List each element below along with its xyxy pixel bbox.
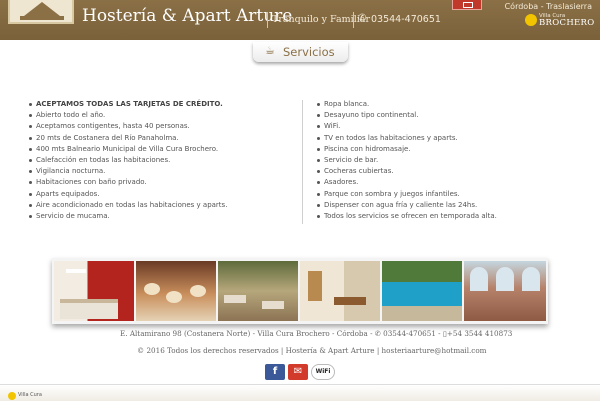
section-title: Servicios: [283, 45, 335, 59]
list-item: Asadores.: [316, 177, 497, 188]
list-item: Parque con sombra y juegos infantiles.: [316, 189, 497, 200]
mini-brand: Villa Cura: [18, 392, 42, 398]
list-item: 400 mts Balneario Municipal de Villa Cur…: [28, 144, 227, 155]
plate-shape: [190, 285, 206, 297]
window-arch-shape: [470, 267, 488, 291]
header-phone: 03544-470651: [371, 14, 441, 25]
calendar-icon: [463, 2, 473, 8]
list-item: Cocheras cubiertas.: [316, 166, 497, 177]
wifi-icon: WiFi: [311, 364, 335, 380]
list-item: Dispenser con agua fría y caliente las 2…: [316, 200, 497, 211]
list-item: Desayuno tipo continental.: [316, 110, 497, 121]
site-logo[interactable]: [8, 0, 74, 24]
list-item: Ropa blanca.: [316, 99, 497, 110]
services-list-left: ACEPTAMOS TODAS LAS TARJETAS DE CRÉDITO.…: [28, 99, 227, 222]
window-arch-shape: [496, 267, 514, 291]
coffee-cup-icon: ☕: [265, 44, 275, 57]
phone-icon: ✆: [358, 13, 367, 24]
list-item: WiFi.: [316, 121, 497, 132]
list-item: Calefacción en todas las habitaciones.: [28, 155, 227, 166]
lamp-shape: [66, 269, 86, 273]
brand-big-text: BROCHERO: [539, 18, 595, 28]
gallery-photo-dining[interactable]: [218, 261, 298, 321]
header-divider: [267, 12, 268, 28]
door-shape: [308, 271, 322, 301]
list-item: Abierto todo el año.: [28, 110, 227, 121]
list-item: Todos los servicios se ofrecen en tempor…: [316, 211, 497, 222]
list-item: Aceptamos contigentes, hasta 40 personas…: [28, 121, 227, 132]
photo-gallery: [52, 258, 548, 324]
gallery-photo-room[interactable]: [54, 261, 134, 321]
site-header: Hostería & Apart Arture Tranquilo y Fami…: [0, 0, 600, 40]
plate-shape: [166, 291, 182, 303]
sun-icon: [525, 14, 537, 26]
header-divider: [353, 12, 354, 28]
plate-shape: [144, 283, 160, 295]
gallery-photo-bar[interactable]: [464, 261, 546, 321]
footer-phone: 03544-470651 -: [383, 329, 441, 338]
list-item: ACEPTAMOS TODAS LAS TARJETAS DE CRÉDITO.: [28, 99, 227, 110]
gallery-photo-pool[interactable]: [382, 261, 462, 321]
list-item: Piscina con hidromasaje.: [316, 144, 497, 155]
email-icon[interactable]: ✉: [288, 364, 308, 380]
brochero-logo[interactable]: Villa Cura BROCHERO: [525, 13, 595, 29]
footer-copyright: © 2016 Todos los derechos reservados | H…: [137, 346, 487, 355]
services-list-right: Ropa blanca. Desayuno tipo continental. …: [316, 99, 497, 222]
footer-address: E. Altamirano 98 (Costanera Norte) - Vil…: [120, 329, 512, 338]
table-shape: [224, 295, 246, 303]
calendar-button[interactable]: [452, 0, 482, 10]
bed-shape: [60, 299, 118, 319]
list-item: Vigilancia nocturna.: [28, 166, 227, 177]
site-title[interactable]: Hostería & Apart Arture: [82, 6, 292, 26]
phone-icon: ✆: [374, 329, 381, 338]
table-shape: [262, 301, 284, 309]
facebook-icon[interactable]: f: [265, 364, 285, 380]
bottom-bar: Villa Cura: [0, 384, 600, 401]
list-item: Servicio de mucama.: [28, 211, 227, 222]
table-shape: [334, 297, 366, 305]
list-item: TV en todos las habitaciones y aparts.: [316, 133, 497, 144]
logo-base-shape: [20, 16, 64, 20]
sun-icon: [8, 392, 16, 400]
address-text: E. Altamirano 98 (Costanera Norte) - Vil…: [120, 329, 373, 338]
region-label: Córdoba - Traslasierra: [504, 2, 592, 11]
list-item: Aparts equipados.: [28, 189, 227, 200]
gallery-photo-apart[interactable]: [300, 261, 380, 321]
logo-roof-shape: [24, 2, 60, 16]
window-arch-shape: [522, 267, 540, 291]
services-heading: ☕ Servicios: [253, 42, 348, 62]
site-tagline: Tranquilo y Familiar: [272, 14, 371, 25]
list-item: Servicio de bar.: [316, 155, 497, 166]
footer-mobile: +54 3544 410873: [446, 329, 513, 338]
list-item: Habitaciones con baño privado.: [28, 177, 227, 188]
list-item: Aire acondicionado en todas las habitaci…: [28, 200, 227, 211]
gallery-photo-breakfast[interactable]: [136, 261, 216, 321]
column-divider: [302, 100, 303, 224]
list-item: 20 mts de Costanera del Río Panaholma.: [28, 133, 227, 144]
